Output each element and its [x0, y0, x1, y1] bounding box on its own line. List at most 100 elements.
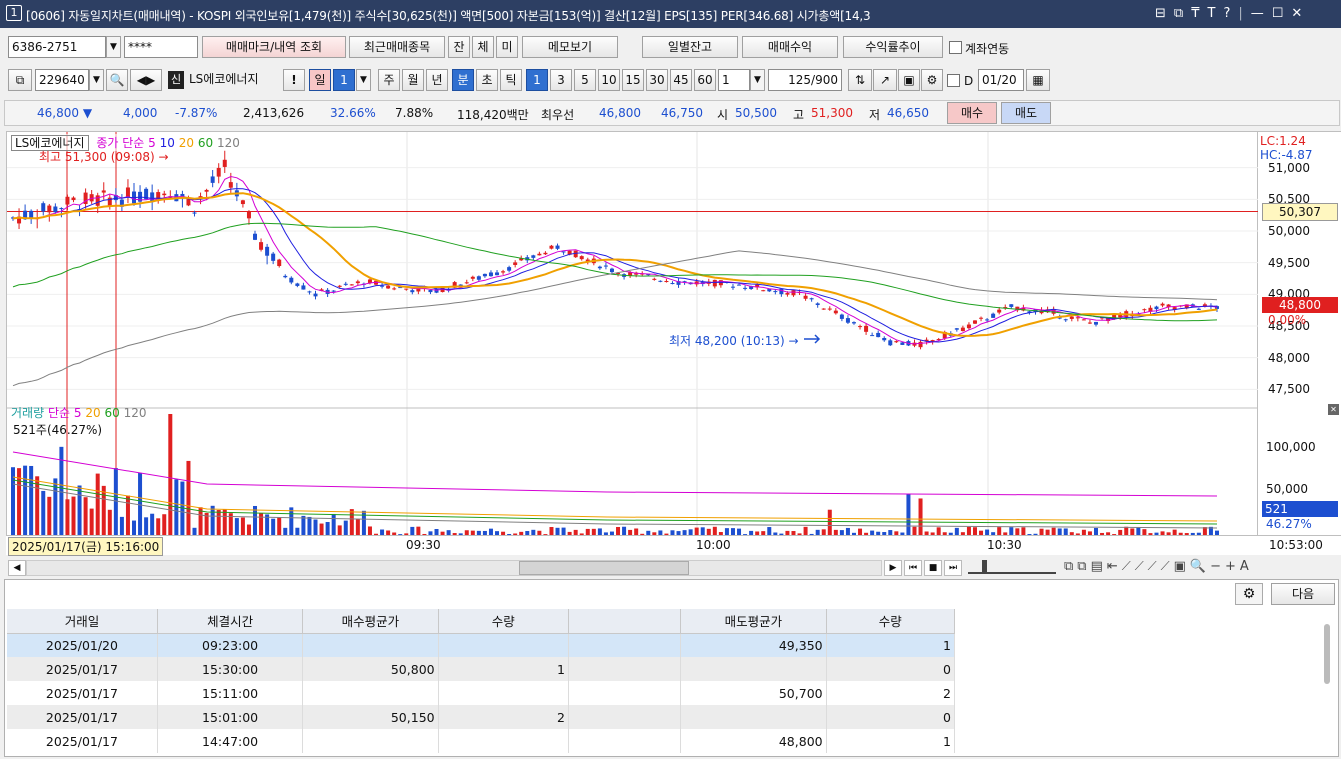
column-header[interactable]: 체결시간 — [157, 609, 304, 634]
column-header[interactable]: 수량 — [826, 609, 956, 634]
interval-button-1[interactable]: 1 — [526, 69, 548, 91]
low-annotation: 최저 48,200 (10:13) → — [669, 334, 799, 348]
alert-button[interactable]: ! — [283, 69, 305, 91]
recent-trades-button[interactable]: 최근매매종목 — [349, 36, 445, 58]
panel-close-icon[interactable]: ✕ — [1328, 404, 1339, 415]
column-header[interactable]: 매수평균가 — [302, 609, 439, 634]
table-row[interactable]: 2025/01/17 14:47:00 48,800 1 — [7, 729, 956, 753]
high-price: 51,300 — [811, 106, 853, 120]
table-cell — [438, 681, 569, 705]
table-cell: 2 — [826, 681, 956, 705]
column-header[interactable]: 수량 — [438, 609, 569, 634]
ma-line-20 — [12, 192, 1218, 337]
column-header[interactable] — [568, 609, 682, 634]
scroll-left-icon[interactable]: ◀ — [8, 560, 26, 576]
candle-body — [192, 212, 197, 214]
volume-bar — [113, 468, 118, 536]
restore-icon[interactable]: ⊟ — [1155, 6, 1166, 21]
interval-button-30[interactable]: 30 — [646, 69, 668, 91]
play-icon[interactable]: ⏭ — [944, 560, 962, 576]
scroll-thumb[interactable] — [519, 561, 689, 575]
date-checkbox[interactable] — [947, 74, 960, 87]
gear-icon[interactable]: ⚙ — [921, 69, 943, 91]
column-header[interactable]: 거래일 — [7, 609, 158, 634]
period-tick-button[interactable]: 틱 — [500, 69, 522, 91]
interval-button-3[interactable]: 3 — [550, 69, 572, 91]
stop-icon[interactable]: ■ — [924, 560, 942, 576]
sell-button[interactable]: 매도 — [1001, 102, 1051, 124]
calendar-icon[interactable]: ▦ — [1026, 69, 1050, 91]
table-row[interactable]: 2025/01/17 15:11:00 50,700 2 — [7, 681, 956, 705]
maximize-icon[interactable]: ☐ — [1272, 6, 1284, 21]
period-day-dropdown[interactable]: ▼ — [356, 69, 371, 91]
stock-code-input[interactable]: 229640 — [35, 69, 89, 91]
daily-balance-button[interactable]: 일별잔고 — [642, 36, 738, 58]
font-icon[interactable]: T — [1207, 6, 1215, 21]
scroll-track[interactable] — [26, 560, 882, 576]
trade-mark-button[interactable]: 매매마크/내역 조회 — [202, 36, 346, 58]
yield-trend-button[interactable]: 수익률추이 — [843, 36, 943, 58]
search-icon[interactable]: 🔍 — [106, 69, 128, 91]
interval-button-60[interactable]: 60 — [694, 69, 716, 91]
password-input[interactable]: **** — [124, 36, 198, 58]
interval-button-45[interactable]: 45 — [670, 69, 692, 91]
volume-bar — [101, 485, 106, 536]
tile-icon[interactable]: ⧉ — [1174, 6, 1183, 21]
balance-button[interactable]: 잔 — [448, 36, 470, 58]
quote-bar: 46,800 ▼ 4,000 -7.87% 2,413,626 32.66% 7… — [4, 100, 1340, 126]
interval-button-15[interactable]: 15 — [622, 69, 644, 91]
scroll-right-icon[interactable]: ▶ — [884, 560, 902, 576]
candle-body — [985, 319, 990, 321]
prev-next-icon[interactable]: ◀▶ — [130, 69, 162, 91]
volume-bar — [216, 510, 221, 536]
executed-button[interactable]: 체 — [472, 36, 494, 58]
period-week-button[interactable]: 주 — [378, 69, 400, 91]
period-month-button[interactable]: 월 — [402, 69, 424, 91]
help-icon[interactable]: ? — [1223, 6, 1230, 21]
account-input[interactable]: 6386-2751 — [8, 36, 106, 58]
stock-code-dropdown[interactable]: ▼ — [89, 69, 104, 91]
interval-button-10[interactable]: 10 — [598, 69, 620, 91]
vertical-scrollbar[interactable] — [1324, 624, 1330, 684]
column-header[interactable]: 매도평균가 — [680, 609, 827, 634]
settings-gear-icon[interactable]: ⚙ — [1235, 583, 1263, 605]
interval-input[interactable]: 1 — [718, 69, 750, 91]
volume-bar — [156, 518, 161, 536]
chart-tools-icons[interactable]: ⧉⧉▤⇤⟋⟋⟋⟋▣🔍−+A — [1064, 559, 1253, 574]
date-label: D — [964, 74, 974, 88]
memo-button[interactable]: 메모보기 — [522, 36, 618, 58]
pin-icon[interactable]: ₸ — [1191, 6, 1199, 21]
table-row[interactable]: 2025/01/17 15:30:00 50,800 1 0 — [7, 657, 956, 681]
chart-canvas[interactable]: LS에코에너지 종가 단순 5 10 20 60 120 최고 51,300 (… — [6, 131, 1259, 541]
account-link-checkbox[interactable] — [949, 41, 962, 54]
buy-button[interactable]: 매수 — [947, 102, 997, 124]
zoom-slider[interactable] — [968, 560, 1056, 574]
period-second-button[interactable]: 초 — [476, 69, 498, 91]
drawing-icon[interactable]: ↗ — [873, 69, 897, 91]
zoom-slider-handle[interactable] — [982, 560, 987, 574]
close-icon[interactable]: ✕ — [1291, 6, 1302, 21]
next-button[interactable]: 다음 — [1271, 583, 1335, 605]
table-cell — [302, 633, 439, 657]
account-dropdown[interactable]: ▼ — [106, 36, 121, 58]
unexecuted-button[interactable]: 미 — [496, 36, 518, 58]
candle-body — [470, 276, 475, 279]
indicator-icon[interactable]: ⇅ — [848, 69, 872, 91]
date-input[interactable]: 01/20 — [978, 69, 1024, 91]
period-day-count[interactable]: 1 — [333, 69, 355, 91]
interval-dropdown[interactable]: ▼ — [750, 69, 765, 91]
period-day-button[interactable]: 일 — [309, 69, 331, 91]
volume: 2,413,626 — [243, 106, 305, 120]
period-year-button[interactable]: 년 — [426, 69, 448, 91]
trade-profit-button[interactable]: 매매수익 — [742, 36, 838, 58]
save-icon[interactable]: ▣ — [898, 69, 920, 91]
interval-button-5[interactable]: 5 — [574, 69, 596, 91]
minimize-icon[interactable]: — — [1251, 6, 1264, 21]
rewind-icon[interactable]: ⏮ — [904, 560, 922, 576]
period-minute-button[interactable]: 분 — [452, 69, 474, 91]
volume-legend-label: 거래량 — [11, 406, 45, 420]
table-row[interactable]: 2025/01/20 09:23:00 49,350 1 — [7, 633, 956, 657]
count-input[interactable]: 125/900 — [768, 69, 842, 91]
window-list-icon[interactable]: ⧉ — [8, 69, 32, 91]
table-row[interactable]: 2025/01/17 15:01:00 50,150 2 0 — [7, 705, 956, 729]
